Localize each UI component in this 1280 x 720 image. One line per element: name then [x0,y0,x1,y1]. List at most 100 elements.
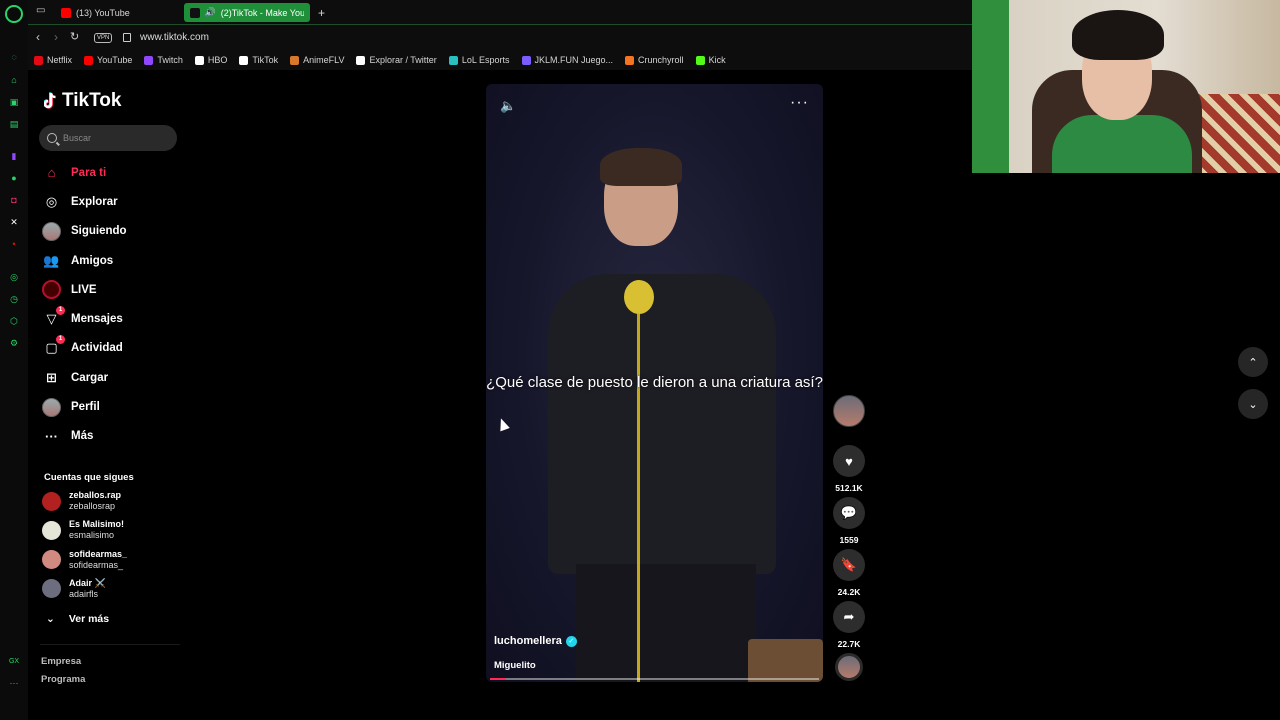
url-field[interactable]: www.tiktok.com [140,32,209,43]
music-disc-avatar[interactable] [835,653,863,681]
heart-icon[interactable]: ♥ [833,445,865,477]
bookmark-twitch[interactable]: Twitch [144,55,183,65]
video-player[interactable]: 🔈 ··· ¿Qué clase de puesto le dieron a u… [486,84,823,682]
author-name[interactable]: luchomellera [494,635,562,647]
comment-icon[interactable]: 💬 [833,497,865,529]
nav-item-perfil[interactable]: Perfil [42,392,182,421]
video-author[interactable]: luchomellera ✓ [494,635,577,647]
bookmark-kick[interactable]: Kick [695,55,726,65]
account-handle: esmalisimo [69,530,115,541]
tab-tiktok[interactable]: 🔊 (2)TikTok - Make Your [184,3,310,22]
settings-gear-icon[interactable]: ⚙ [7,336,21,350]
bookmark-netflix[interactable]: Netflix [34,55,72,65]
save-count: 24.2K [837,587,861,597]
tab-youtube[interactable]: (13) YouTube [55,3,180,22]
twitch-icon[interactable]: ▮ [7,149,21,163]
speed-dial-icon[interactable]: ◌ [7,50,21,64]
lock-icon[interactable] [123,33,131,42]
nav-item-siguiendo[interactable]: Siguiendo [42,217,182,246]
opera-gx-logo-icon[interactable] [5,5,23,23]
bookmark-icon[interactable]: 🔖 [833,549,865,581]
volume-icon[interactable]: 🔈 [500,98,516,114]
nav-item-para-ti[interactable]: ⌂ Para ti [42,158,182,187]
nav-label: Siguiendo [71,225,127,238]
speaker-icon[interactable]: 🔊 [205,7,216,18]
share-icon[interactable]: ➦ [833,601,865,633]
search-box[interactable] [39,125,177,151]
bookmark-tiktok[interactable]: TikTok [239,55,278,65]
bookmark-explorar-twitter[interactable]: Explorar / Twitter [356,55,437,65]
instagram-icon[interactable]: ◘ [7,193,21,207]
more-options-icon[interactable]: ··· [790,94,809,112]
address-bar: ‹ › ↻ VPN www.tiktok.com [28,25,972,50]
nav-item-amigos[interactable]: 👥 Amigos [42,246,182,275]
avatar[interactable] [42,491,61,511]
followed-account[interactable]: Es Malisimo! esmalisimo [42,519,182,541]
comment-action[interactable]: 💬 1559 [833,497,865,545]
followed-account[interactable]: Adair ⚔️ adairfls [42,578,182,600]
youtube-music-icon[interactable]: • [7,237,21,251]
vpn-badge[interactable]: VPN [94,33,113,43]
video-progress-bar[interactable] [490,678,819,680]
gx-cleaner-icon[interactable]: ▤ [7,117,21,131]
mic-cable [637,314,640,682]
nav-label: Mensajes [71,313,123,326]
whatsapp-icon[interactable]: ● [7,171,21,185]
nav-item-mensajes[interactable]: ▽ 1 Mensajes [42,304,182,333]
reload-icon[interactable]: ↻ [70,30,79,43]
share-action[interactable]: ➦ 22.7K [833,601,865,649]
avatar[interactable] [42,579,61,599]
new-tab-button[interactable]: + [312,3,331,22]
bookmark-favicon-icon [194,55,204,65]
video-caption: ¿Qué clase de puesto le dieron a una cri… [486,374,823,391]
history-icon[interactable]: ◷ [7,292,21,306]
activity-icon: ▢ 1 [42,334,65,358]
followed-account[interactable]: zeballos.rap zeballosrap [42,490,182,512]
bookmark-lol-esports[interactable]: LoL Esports [448,55,510,65]
bookmark-jklm-fun-juego[interactable]: JKLM.FUN Juego... [521,55,613,65]
sidebar-more-icon[interactable]: ··· [7,676,21,690]
tab-label: (2)TikTok - Make Your [220,7,304,18]
like-action[interactable]: ♥ 512.1K [833,445,865,493]
bookmark-animeflv[interactable]: AnimeFLV [290,55,344,65]
video-subject-hair [600,148,682,186]
bookmark-crunchyroll[interactable]: Crunchyroll [625,55,684,65]
creator-avatar[interactable] [833,395,865,427]
followed-account[interactable]: sofidearmas_ sofidearmas_ [42,549,182,571]
nav-item-actividad[interactable]: ▢ 1 Actividad [42,334,182,363]
bookmark-youtube[interactable]: YouTube [84,55,132,65]
notification-badge: 1 [56,305,65,315]
footer-link-programa[interactable]: Programa [41,674,85,685]
tiktok-logo[interactable]: TikTok [43,90,121,112]
search-input[interactable] [63,133,163,143]
x-twitter-icon[interactable]: ✕ [7,215,21,229]
forward-icon[interactable]: › [54,30,58,44]
bookmark-favicon-icon [356,55,366,65]
divider [40,644,180,645]
bookmark-hbo[interactable]: HBO [194,55,227,65]
next-video-button[interactable]: ⌄ [1238,389,1268,419]
gx-control-icon[interactable]: ⌂ [7,73,21,87]
gx-corner-icon[interactable]: ▣ [7,95,21,109]
bookmark-label: Crunchyroll [638,55,684,65]
progress-fill [490,678,507,680]
nav-item-explorar[interactable]: ◎ Explorar [42,187,182,216]
live-icon [42,280,61,300]
stool [748,639,823,682]
avatar[interactable] [42,550,61,570]
nav-item-cargar[interactable]: ⊞ Cargar [42,363,182,392]
nav-item-live[interactable]: LIVE [42,275,182,304]
previous-video-button[interactable]: ⌃ [1238,347,1268,377]
nav-item-m-s[interactable]: ··· Más [42,422,182,451]
tab-overview-icon[interactable]: ▭ [36,5,45,16]
chevron-down-icon: ⌄ [46,613,55,625]
gx-badge-icon[interactable]: GX [7,654,21,668]
avatar[interactable] [42,520,61,540]
save-action[interactable]: 🔖 24.2K [833,549,865,597]
bookmark-favicon-icon [521,55,531,65]
player-icon[interactable]: ◎ [7,270,21,284]
footer-link-empresa[interactable]: Empresa [41,656,81,667]
extensions-icon[interactable]: ⬡ [7,314,21,328]
back-icon[interactable]: ‹ [36,30,40,44]
see-more-button[interactable]: ⌄ Ver más [46,613,109,625]
